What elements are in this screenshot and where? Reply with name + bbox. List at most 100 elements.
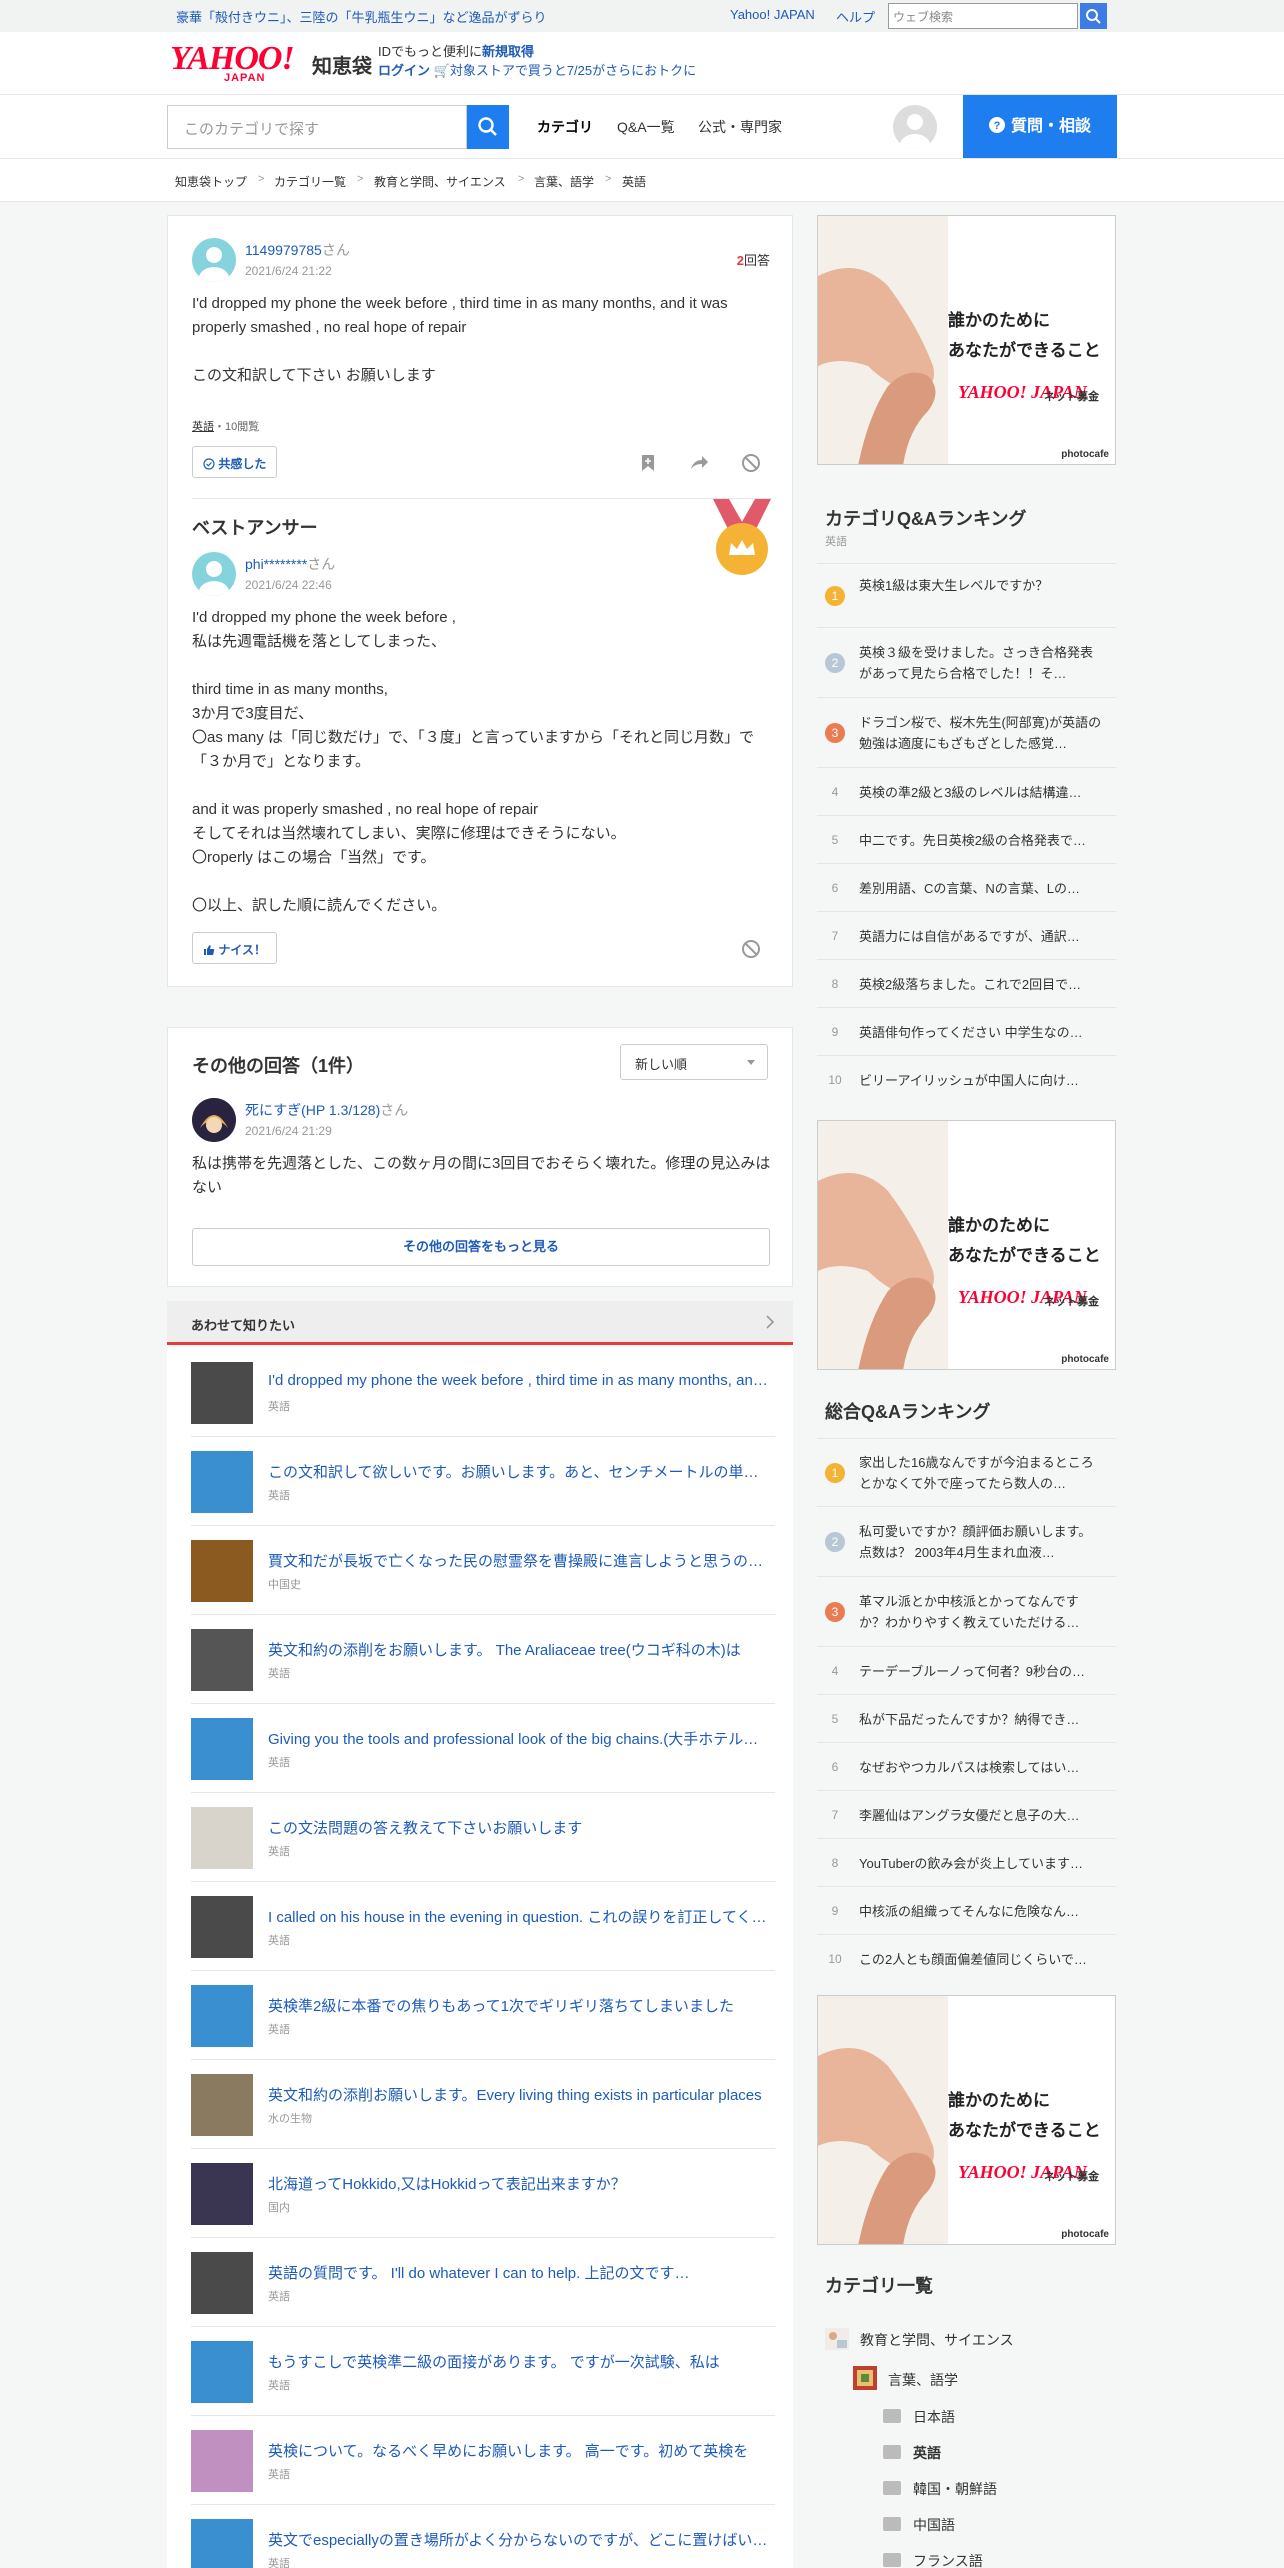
breadcrumb-item[interactable]: 言葉、語学 bbox=[534, 173, 594, 190]
category-item-education[interactable]: 教育と学問、サイエンス bbox=[860, 2330, 1014, 2350]
register-link[interactable]: 新規取得 bbox=[482, 44, 534, 59]
related-thumbnail bbox=[191, 1985, 253, 2047]
ask-question-button[interactable]: ? 質問・相談 bbox=[963, 95, 1117, 159]
empathy-button[interactable]: 共感した bbox=[192, 446, 278, 478]
related-item[interactable]: I called on his house in the evening in … bbox=[191, 1882, 775, 1971]
ranking-item[interactable]: 10 この2人とも顔面偏差値同じくらいで… bbox=[817, 1934, 1116, 1982]
ranking-item[interactable]: 4 英検の準2級と3級のレベルは結構違… bbox=[817, 767, 1116, 815]
answerer-avatar[interactable] bbox=[192, 1098, 236, 1142]
yahoo-chiebukuro-logo[interactable]: YAHOO! JAPAN 知恵袋 bbox=[170, 42, 372, 85]
breadcrumb-item[interactable]: 知恵袋トップ bbox=[175, 173, 247, 190]
sort-select[interactable]: 新しい順 bbox=[620, 1044, 768, 1080]
more-answers-button[interactable]: その他の回答をもっと見る bbox=[192, 1228, 770, 1266]
related-category: 英語 bbox=[268, 2291, 290, 2303]
bookmark-icon[interactable] bbox=[637, 452, 659, 474]
ranking-item[interactable]: 7 英語力には自信があるですが、通訳… bbox=[817, 911, 1116, 959]
ranking-item[interactable]: 1 家出した16歳なんですが今泊まるところとかなくて外で座ってたら数人の… bbox=[817, 1438, 1116, 1506]
ranking-item[interactable]: 6 なぜおやつカルパスは検索してはい… bbox=[817, 1742, 1116, 1790]
ranking-item[interactable]: 3 ドラゴン桜で、桜木先生(阿部寛)が英語の勉強は適度にもざもざとした感覚… bbox=[817, 697, 1116, 767]
related-item[interactable]: 英文でespeciallyの置き場所がよく分からないのですが、どこに置けばいいで… bbox=[191, 2505, 775, 2568]
login-link[interactable]: ログイン bbox=[378, 63, 430, 78]
question-date: 2021/6/24 21:22 bbox=[245, 264, 332, 278]
category-item-japanese[interactable]: 日本語 bbox=[913, 2407, 955, 2427]
related-item[interactable]: この文法問題の答え教えて下さいお願いします 英語 bbox=[191, 1793, 775, 1882]
related-title: 英検準2級に本番での焦りもあって1次でギリギリ落ちてしまいました bbox=[268, 1998, 734, 2015]
answerer-avatar[interactable] bbox=[192, 552, 236, 596]
rank-number: 5 bbox=[831, 1712, 839, 1726]
header-info: IDでもっと便利に新規取得 ログイン 🛒対象ストアで買うと7/25がさらにおトク… bbox=[378, 44, 697, 78]
rank-number: 9 bbox=[831, 1904, 839, 1918]
web-search-button[interactable] bbox=[1080, 3, 1107, 29]
breadcrumb-item[interactable]: 教育と学問、サイエンス bbox=[374, 173, 506, 190]
related-heading-bar[interactable]: あわせて知りたい bbox=[167, 1301, 793, 1345]
ranking-item[interactable]: 1 英検1級は東大生レベルですか？ bbox=[817, 563, 1116, 627]
questioner-avatar[interactable] bbox=[192, 238, 236, 282]
tab-official[interactable]: 公式・専門家 bbox=[698, 117, 782, 137]
category-item-language[interactable]: 言葉、語学 bbox=[888, 2370, 958, 2390]
ranking-item[interactable]: 6 差別用語、Cの言葉、Nの言葉、Lの… bbox=[817, 863, 1116, 911]
answerer-name[interactable]: phi********さん bbox=[245, 554, 335, 574]
category-search-input[interactable]: このカテゴリで探す bbox=[167, 105, 467, 149]
related-item[interactable]: 英文和約の添削お願いします。Every living thing exists … bbox=[191, 2060, 775, 2149]
category-item-english[interactable]: 英語 bbox=[913, 2443, 941, 2463]
related-item[interactable]: 英文和約の添削をお願いします。 The Araliaceae tree(ウコギ科… bbox=[191, 1615, 775, 1704]
related-item[interactable]: もうすこしで英検準二級の面接があります。 ですが一次試験、私は 英語 bbox=[191, 2327, 775, 2416]
related-category: 水の生物 bbox=[268, 2113, 312, 2125]
ranking-item[interactable]: 2 英検３級を受けました。さっき合格発表があって見たら合格でした！！そ… bbox=[817, 627, 1116, 697]
rank-number: 10 bbox=[828, 1952, 842, 1966]
category-item-korean[interactable]: 韓国・朝鮮語 bbox=[913, 2479, 997, 2499]
ranking-item[interactable]: 9 中核派の組織ってそんなに危険なん… bbox=[817, 1886, 1116, 1934]
rank-number: 3 bbox=[825, 1602, 845, 1622]
question-card: 1149979785さん 2021/6/24 21:22 2回答 I'd dro… bbox=[167, 215, 793, 987]
ranking-item[interactable]: 2 私可愛いですか？顔評価お願いします。点数は？ 2003年4月生まれ血液… bbox=[817, 1506, 1116, 1576]
question-category-link[interactable]: 英語 bbox=[192, 421, 214, 433]
ranking-item[interactable]: 10 ビリーアイリッシュが中国人に向け… bbox=[817, 1055, 1116, 1103]
ad-banner[interactable]: 誰かのために あなたができること YAHOO! JAPAN ネット募金 phot… bbox=[817, 215, 1116, 465]
user-avatar[interactable] bbox=[893, 105, 937, 149]
yahoo-japan-link[interactable]: Yahoo! JAPAN bbox=[730, 7, 815, 22]
tab-qa-list[interactable]: Q&A一覧 bbox=[617, 117, 675, 137]
related-item[interactable]: この文和訳して欲しいです。お願いします。あと、センチメートルの単位もお願いします… bbox=[191, 1437, 775, 1526]
store-promo-link[interactable]: 対象ストアで買うと7/25がさらにおトクに bbox=[450, 63, 696, 78]
nice-button[interactable]: ナイス！ bbox=[192, 932, 277, 964]
category-ranking-subtitle: 英語 bbox=[825, 536, 847, 548]
related-item[interactable]: 英検について。なるべく早めにお願いします。 高一です。初めて英検を 英語 bbox=[191, 2416, 775, 2505]
ranking-item[interactable]: 5 私が下品だったんですか？納得でき… bbox=[817, 1694, 1116, 1742]
ranking-item[interactable]: 4 テーデーブルーノって何者？9秒台の… bbox=[817, 1646, 1116, 1694]
rank-number: 10 bbox=[828, 1073, 842, 1087]
share-icon[interactable] bbox=[688, 452, 710, 474]
related-item[interactable]: I'd dropped my phone the week before , t… bbox=[191, 1348, 775, 1437]
help-link[interactable]: ヘルプ bbox=[836, 7, 875, 26]
web-search-input[interactable]: ウェブ検索 bbox=[888, 3, 1078, 29]
related-item[interactable]: Giving you the tools and professional lo… bbox=[191, 1704, 775, 1793]
related-item[interactable]: 北海道ってHokkido,又はHokkidって表記出来ますか？ 国内 bbox=[191, 2149, 775, 2238]
ranking-item[interactable]: 3 革マル派とか中核派とかってなんですか？わかりやすく教えていただける… bbox=[817, 1576, 1116, 1646]
person-icon bbox=[199, 561, 229, 596]
ranking-item[interactable]: 7 李麗仙はアングラ女優だと息子の大… bbox=[817, 1790, 1116, 1838]
category-item-chinese[interactable]: 中国語 bbox=[913, 2515, 955, 2535]
category-search-button[interactable] bbox=[467, 105, 509, 149]
ranking-item[interactable]: 8 YouTuberの飲み会が炎上しています… bbox=[817, 1838, 1116, 1886]
ad-banner[interactable]: 誰かのために あなたができること YAHOO! JAPAN ネット募金 phot… bbox=[817, 1120, 1116, 1370]
check-circle-icon bbox=[203, 458, 215, 470]
breadcrumb-item[interactable]: カテゴリ一覧 bbox=[274, 173, 346, 190]
related-item[interactable]: 賈文和だが長坂で亡くなった民の慰霊祭を曹操殿に進言しようと思うのですが 中国史 bbox=[191, 1526, 775, 1615]
rank-number: 1 bbox=[825, 1463, 845, 1483]
holding-hands-image bbox=[818, 216, 948, 464]
block-icon[interactable] bbox=[740, 938, 762, 960]
related-item[interactable]: 英検準2級に本番での焦りもあって1次でギリギリ落ちてしまいました 英語 bbox=[191, 1971, 775, 2060]
tab-category[interactable]: カテゴリ bbox=[537, 117, 593, 161]
questioner-name[interactable]: 1149979785さん bbox=[245, 240, 350, 260]
rank-number: 2 bbox=[825, 653, 845, 673]
rank-text: 中核派の組織ってそんなに危険なん… bbox=[859, 1903, 1079, 1919]
ad-banner[interactable]: 誰かのために あなたができること YAHOO! JAPAN ネット募金 phot… bbox=[817, 1995, 1116, 2245]
promo-link[interactable]: 豪華「殻付きウニ」、三陸の「牛乳瓶生ウニ」など逸品がずらり bbox=[176, 7, 547, 26]
thumbs-up-icon bbox=[204, 945, 215, 955]
category-item-french[interactable]: フランス語 bbox=[913, 2551, 983, 2568]
ranking-item[interactable]: 9 英語俳句作ってください 中学生なの… bbox=[817, 1007, 1116, 1055]
answerer-name[interactable]: 死にすぎ(HP 1.3/128)さん bbox=[245, 1100, 408, 1120]
block-icon[interactable] bbox=[740, 452, 762, 474]
ranking-item[interactable]: 5 中二です。先日英検2級の合格発表で… bbox=[817, 815, 1116, 863]
related-item[interactable]: 英語の質問です。 I'll do whatever I can to help.… bbox=[191, 2238, 775, 2327]
ranking-item[interactable]: 8 英検2級落ちました。これで2回目で… bbox=[817, 959, 1116, 1007]
